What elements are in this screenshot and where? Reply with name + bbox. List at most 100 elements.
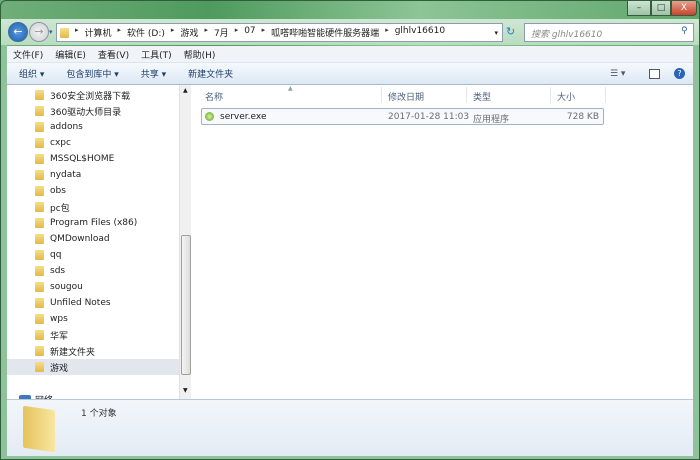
sidebar-scrollbar[interactable]: ▲ ▼ xyxy=(179,85,191,399)
column-size[interactable]: 大小 xyxy=(551,87,606,103)
sidebar-item[interactable]: MSSQL$HOME xyxy=(7,151,179,167)
sidebar-item-label: MSSQL$HOME xyxy=(50,154,115,164)
details-pane: 1 个对象 xyxy=(7,399,695,456)
column-modified[interactable]: 修改日期 xyxy=(382,87,467,103)
sidebar-item-label: Unfiled Notes xyxy=(50,298,111,308)
sidebar-item[interactable]: addons xyxy=(7,119,179,135)
sidebar-item[interactable]: QMDownload xyxy=(7,231,179,247)
share-button[interactable]: 共享 ▾ xyxy=(141,67,166,80)
menu-tools[interactable]: 工具(T) xyxy=(141,48,172,61)
sidebar-item[interactable]: sds xyxy=(7,263,179,279)
address-dropdown-icon[interactable]: ▾ xyxy=(494,29,498,37)
file-name: server.exe xyxy=(220,112,267,122)
breadcrumb-separator-icon[interactable]: ▸ xyxy=(75,26,79,39)
sidebar-item-label: QMDownload xyxy=(50,234,110,244)
command-bar: 组织 ▾ 包含到库中 ▾ 共享 ▾ 新建文件夹 ☰ ▾ ? xyxy=(7,63,695,85)
close-button[interactable]: X xyxy=(671,1,697,16)
breadcrumb-separator-icon[interactable]: ▸ xyxy=(204,26,208,39)
sidebar-item[interactable]: 360驱动大师目录 xyxy=(7,103,179,119)
breadcrumb-item[interactable]: 软件 (D:) xyxy=(127,26,165,39)
help-icon[interactable]: ? xyxy=(674,68,685,79)
new-folder-button[interactable]: 新建文件夹 xyxy=(188,67,233,80)
refresh-button[interactable]: ↻ xyxy=(506,25,515,38)
organize-button[interactable]: 组织 ▾ xyxy=(19,67,44,80)
sidebar-item-label: pc包 xyxy=(50,203,70,214)
sidebar-item-label: 华军 xyxy=(50,331,69,342)
search-icon: ⚲ xyxy=(681,26,688,36)
scroll-thumb[interactable] xyxy=(181,235,191,375)
file-list: 名称 ▲ 修改日期 类型 大小 server.exe 2017-01-28 11… xyxy=(191,85,695,399)
sidebar-item-label: nydata xyxy=(50,170,82,180)
sidebar-item-label: 360安全浏览器下载 xyxy=(50,91,131,102)
sidebar-item[interactable]: Unfiled Notes xyxy=(7,295,179,311)
sidebar-item-label: sougou xyxy=(50,282,83,292)
scroll-down-icon[interactable]: ▼ xyxy=(183,387,188,394)
menu-edit[interactable]: 编辑(E) xyxy=(55,48,86,61)
sidebar-item[interactable]: 华军 xyxy=(7,327,179,343)
folder-icon xyxy=(35,314,44,324)
address-row: ← → ▾ ▸ 计算机 ▸ 软件 (D:) ▸ 游戏 ▸ 7月 ▸ 07 ▸ 呱嗒哔啪智能硬件服务器端… xyxy=(1,19,699,45)
maximize-button[interactable]: □ xyxy=(651,1,671,16)
include-in-library-button[interactable]: 包含到库中 ▾ xyxy=(66,67,118,80)
sidebar-item[interactable]: nydata xyxy=(7,167,179,183)
sidebar-item[interactable]: cxpc xyxy=(7,135,179,151)
folder-icon xyxy=(35,170,44,180)
breadcrumb-separator-icon[interactable]: ▸ xyxy=(262,26,266,39)
folder-icon xyxy=(35,250,44,260)
folder-icon xyxy=(35,106,44,116)
sidebar-item[interactable]: obs xyxy=(7,183,179,199)
sidebar-item[interactable]: pc包 xyxy=(7,199,179,215)
preview-pane-icon[interactable] xyxy=(649,68,660,79)
forward-button[interactable]: → xyxy=(29,22,49,42)
breadcrumb-item[interactable]: 07 xyxy=(244,26,255,39)
folder-icon xyxy=(35,362,44,372)
breadcrumb-separator-icon[interactable]: ▸ xyxy=(171,26,175,39)
sidebar-item[interactable]: qq xyxy=(7,247,179,263)
scroll-up-icon[interactable]: ▲ xyxy=(183,87,188,94)
column-type[interactable]: 类型 xyxy=(467,87,551,103)
sidebar-item-label: addons xyxy=(50,122,83,132)
minimize-button[interactable]: – xyxy=(627,1,651,16)
explorer-window: – □ X ← → ▾ ▸ 计算机 ▸ 软件 (D:) ▸ 游戏 ▸ 7月 ▸ 07 ▸ 呱嗒哔啪智能… xyxy=(0,0,700,460)
sidebar-item[interactable]: 游戏 xyxy=(7,359,179,375)
folder-icon xyxy=(35,330,44,340)
folder-icon-large xyxy=(23,405,55,453)
sidebar-item-label: Program Files (x86) xyxy=(50,218,138,228)
sidebar-item[interactable]: sougou xyxy=(7,279,179,295)
menu-view[interactable]: 查看(V) xyxy=(98,48,129,61)
sort-arrow-icon: ▲ xyxy=(288,85,293,92)
breadcrumb-separator-icon[interactable]: ▸ xyxy=(385,26,389,39)
folder-icon xyxy=(35,282,44,292)
folder-icon xyxy=(35,122,44,132)
file-row[interactable]: server.exe 2017-01-28 11:03 应用程序 728 KB xyxy=(201,108,604,125)
menu-bar: 文件(F) 编辑(E) 查看(V) 工具(T) 帮助(H) xyxy=(7,46,695,63)
address-bar[interactable]: ▸ 计算机 ▸ 软件 (D:) ▸ 游戏 ▸ 7月 ▸ 07 ▸ 呱嗒哔啪智能硬件服务器端 ▸ glhlv… xyxy=(56,23,503,42)
breadcrumb-item[interactable]: 呱嗒哔啪智能硬件服务器端 xyxy=(271,26,379,39)
sidebar-item[interactable]: wps xyxy=(7,311,179,327)
folder-icon xyxy=(35,266,44,276)
sidebar-item[interactable]: 360安全浏览器下载 xyxy=(7,87,179,103)
breadcrumb-item[interactable]: glhlv16610 xyxy=(395,26,445,39)
breadcrumb-item[interactable]: 计算机 xyxy=(85,26,112,39)
menu-help[interactable]: 帮助(H) xyxy=(184,48,216,61)
sidebar-item[interactable]: 新建文件夹 xyxy=(7,343,179,359)
breadcrumb-item[interactable]: 7月 xyxy=(214,26,229,39)
breadcrumb-separator-icon[interactable]: ▸ xyxy=(235,26,239,39)
breadcrumb-item[interactable]: 游戏 xyxy=(180,26,198,39)
folder-icon xyxy=(35,298,44,308)
back-button[interactable]: ← xyxy=(8,22,28,42)
search-input[interactable]: 搜索 glhlv16610 xyxy=(524,23,694,42)
folder-icon xyxy=(35,234,44,244)
sidebar-item[interactable]: Program Files (x86) xyxy=(7,215,179,231)
breadcrumb-separator-icon[interactable]: ▸ xyxy=(118,26,122,39)
view-options-icon[interactable]: ☰ ▾ xyxy=(610,69,625,79)
menu-file[interactable]: 文件(F) xyxy=(13,48,43,61)
folder-icon xyxy=(35,346,44,356)
folder-icon xyxy=(35,138,44,148)
exe-icon xyxy=(205,112,214,121)
history-dropdown-icon[interactable]: ▾ xyxy=(49,28,53,36)
sidebar-item-network[interactable]: 网络 xyxy=(7,391,179,399)
sidebar-item-label: 新建文件夹 xyxy=(50,347,96,358)
file-size: 728 KB xyxy=(566,112,599,122)
folder-icon xyxy=(35,90,44,100)
